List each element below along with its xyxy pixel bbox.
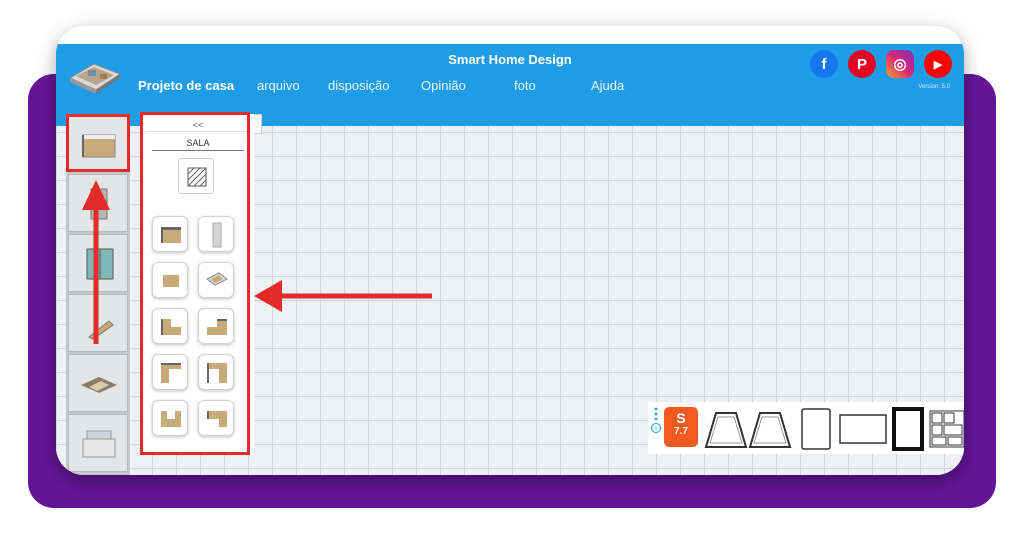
ad-info-icon[interactable]: i <box>650 406 662 434</box>
facebook-glyph: f <box>821 55 827 73</box>
sidebar-item-sofa[interactable] <box>68 354 128 412</box>
wide-rect-room-icon[interactable] <box>838 407 888 451</box>
trapezoid-room-icon[interactable] <box>704 407 748 451</box>
shopee-badge-number: 7.7 <box>674 426 688 437</box>
sofa-icon <box>81 377 117 393</box>
panel-edge-tab <box>254 114 262 134</box>
grid-layout-icon[interactable] <box>928 407 964 451</box>
menu-projeto-de-casa[interactable]: Projeto de casa <box>138 78 234 93</box>
pinterest-icon[interactable]: P <box>848 50 876 78</box>
sidebar-item-kitchen[interactable] <box>68 414 128 472</box>
tall-rect-room-icon[interactable] <box>798 407 834 451</box>
menu-disposicao[interactable]: disposição <box>328 78 389 93</box>
highlight-shapes-panel <box>140 112 250 455</box>
menu-foto[interactable]: foto <box>514 78 536 93</box>
shopee-badge-letter: S <box>676 410 686 426</box>
template-bar: i S 7.7 <box>648 402 964 454</box>
thick-rect-room-icon[interactable] <box>890 407 926 451</box>
youtube-glyph: ▶ <box>933 58 943 71</box>
trapezoid-room-alt-icon[interactable] <box>748 407 792 451</box>
instagram-icon[interactable]: ◎ <box>886 50 914 78</box>
highlight-room-category <box>66 114 130 172</box>
menu-ajuda[interactable]: Ajuda <box>591 78 624 93</box>
youtube-icon[interactable]: ▶ <box>924 50 952 78</box>
shopee-badge-icon[interactable]: S 7.7 <box>664 407 698 447</box>
menu-opiniao[interactable]: Opinião <box>421 78 466 93</box>
facebook-icon[interactable]: f <box>810 50 838 78</box>
kitchen-icon <box>82 430 116 458</box>
version-label: Version: 5.0 <box>918 84 950 90</box>
pinterest-glyph: P <box>856 55 867 73</box>
menu-arquivo[interactable]: arquivo <box>257 78 300 93</box>
screenshot-stage: Smart Home Design Projeto de casa arquiv… <box>0 0 1024 536</box>
arrow-left-annotation <box>254 280 432 312</box>
instagram-glyph: ◎ <box>893 56 907 73</box>
arrow-up-annotation <box>82 180 110 344</box>
app-window: Smart Home Design Projeto de casa arquiv… <box>56 26 964 475</box>
